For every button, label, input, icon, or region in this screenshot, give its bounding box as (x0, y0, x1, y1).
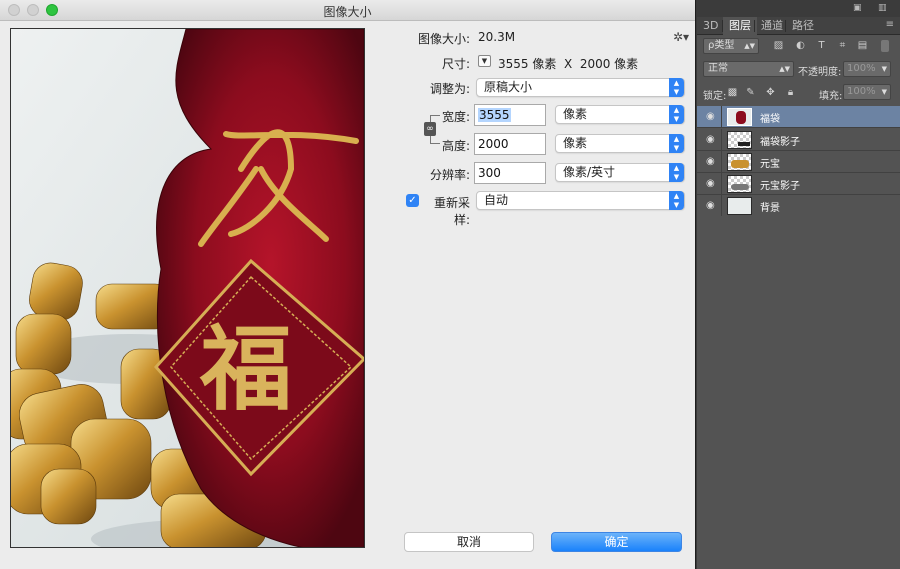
adjustment-filter-icon[interactable]: ◐ (795, 40, 806, 51)
resample-checkbox[interactable]: ✓ (406, 194, 419, 207)
cancel-button[interactable]: 取消 (404, 532, 534, 552)
layer-name: 背景 (760, 203, 780, 214)
layer-thumbnail (727, 153, 752, 171)
height-unit-select[interactable]: 像素 ▲ ▼ (555, 134, 685, 153)
layer-filter-value: ρ类型 (708, 40, 735, 51)
layer-filter-select[interactable]: ρ类型 ▲▼ (703, 38, 759, 54)
opacity-label: 不透明度: (798, 67, 842, 78)
svg-text:福: 福 (199, 315, 292, 423)
opacity-input[interactable]: 100% ▼ (843, 61, 891, 77)
fill-label: 填充: (819, 91, 843, 102)
layers-empty-area (697, 216, 900, 569)
dialog-titlebar: 图像大小 (0, 0, 695, 21)
type-filter-icon[interactable]: T (816, 40, 827, 51)
layer-row-lucky-bag[interactable]: ◉ 福袋 (697, 106, 900, 128)
layer-row-background[interactable]: ◉ 背景 (697, 195, 900, 217)
ok-button[interactable]: 确定 (551, 532, 682, 552)
width-value: 3555 (478, 108, 511, 122)
chevron-updown-icon: ▲ ▼ (669, 134, 684, 153)
fit-to-value: 原稿大小 (484, 80, 533, 94)
blend-mode-value: 正常 (708, 63, 728, 74)
chevron-updown-icon: ▲ ▼ (669, 78, 684, 97)
image-size-label: 图像大小: (417, 32, 470, 46)
lock-brush-icon[interactable]: ✎ (745, 87, 756, 98)
image-preview[interactable]: 福 (10, 28, 365, 548)
dialog-title: 图像大小 (323, 5, 372, 19)
dimensions-label: 尺寸: (441, 57, 470, 71)
fit-to-select[interactable]: 原稿大小 ▲ ▼ (476, 78, 685, 97)
resolution-label: 分辨率: (429, 168, 470, 182)
layer-name: 福袋 (760, 114, 780, 125)
tab-layers[interactable]: 图层 (723, 17, 757, 35)
layer-thumbnail (727, 197, 752, 215)
height-value: 2000 (478, 137, 509, 151)
eye-icon[interactable]: ◉ (706, 156, 719, 167)
resolution-input[interactable]: 300 (474, 162, 546, 184)
fill-value: 100% (847, 86, 876, 97)
layer-name: 元宝 (760, 159, 780, 170)
lock-all-icon[interactable]: 🔒︎ (785, 87, 796, 98)
panel-menu-icon[interactable]: ≡ (886, 19, 894, 30)
layer-row-ingots-shadow[interactable]: ◉ 元宝影子 (697, 173, 900, 195)
blend-mode-select[interactable]: 正常 ▲▼ (703, 61, 794, 77)
layer-row-ingots[interactable]: ◉ 元宝 (697, 151, 900, 173)
shape-filter-icon[interactable]: ⌗ (837, 40, 848, 51)
resample-value: 自动 (484, 193, 509, 207)
smart-object-filter-icon[interactable]: ▤ (857, 40, 868, 51)
chevron-updown-icon: ▲ ▼ (669, 163, 684, 182)
eye-icon[interactable]: ◉ (706, 111, 719, 122)
height-label: 高度: (441, 139, 470, 153)
eye-icon[interactable]: ◉ (706, 178, 719, 189)
eye-icon[interactable]: ◉ (706, 134, 719, 145)
resample-label: 重新采样: (433, 196, 470, 227)
chevron-updown-icon: ▲ ▼ (669, 191, 684, 210)
width-unit-select[interactable]: 像素 ▲ ▼ (555, 105, 685, 124)
lock-label: 锁定: (703, 91, 727, 102)
layer-thumbnail (727, 108, 752, 126)
fill-input[interactable]: 100% ▼ (843, 84, 891, 100)
preview-artwork: 福 (11, 29, 364, 547)
resolution-value: 300 (478, 166, 501, 180)
layer-thumbnail (727, 175, 752, 193)
dimensions-value: 3555 像素 X 2000 像素 (498, 57, 639, 71)
trash-icon[interactable]: ▥ (878, 3, 888, 13)
dimensions-dropdown-icon[interactable]: ▼ (478, 55, 491, 67)
image-size-value: 20.3M (478, 30, 516, 44)
layer-name: 元宝影子 (760, 181, 800, 192)
width-unit-value: 像素 (563, 107, 588, 121)
resolution-unit-value: 像素/英寸 (563, 165, 616, 179)
tab-channels[interactable]: 通道 (755, 17, 789, 35)
layers-panel: ▣ ▥ 3D 图层 通道 路径 ≡ ρ类型 ▲▼ ▨ ◐ T ⌗ ▤ 正常 ▲▼… (697, 0, 900, 569)
fit-to-label: 调整为: (429, 82, 470, 96)
gear-icon[interactable]: ✲▾ (673, 30, 689, 44)
layer-name: 福袋影子 (760, 137, 800, 148)
chevron-updown-icon: ▲ ▼ (669, 105, 684, 124)
width-input[interactable]: 3555 (474, 104, 546, 126)
resample-select[interactable]: 自动 ▲ ▼ (476, 191, 685, 210)
image-size-dialog: 图像大小 福 图像大小: 20.3M ✲▾ 尺寸: ▼ 3555 像素 X 20… (0, 0, 696, 569)
opacity-value: 100% (847, 63, 876, 74)
height-input[interactable]: 2000 (474, 133, 546, 155)
filter-toggle-switch[interactable] (881, 40, 889, 52)
width-label: 宽度: (441, 110, 470, 124)
tab-3d[interactable]: 3D (697, 17, 724, 35)
tab-paths[interactable]: 路径 (786, 17, 820, 35)
panel-topbar: ▣ ▥ (697, 0, 900, 17)
lock-transparent-icon[interactable]: ▩ (727, 87, 738, 98)
layer-thumbnail (727, 131, 752, 149)
layer-row-lucky-bag-shadow[interactable]: ◉ 福袋影子 (697, 129, 900, 151)
eye-icon[interactable]: ◉ (706, 200, 719, 211)
chain-link-icon[interactable]: ∞ (424, 122, 436, 136)
pixel-filter-icon[interactable]: ▨ (773, 40, 784, 51)
resolution-unit-select[interactable]: 像素/英寸 ▲ ▼ (555, 163, 685, 182)
panel-tabs: 3D 图层 通道 路径 ≡ (697, 17, 900, 35)
height-unit-value: 像素 (563, 136, 588, 150)
new-document-icon[interactable]: ▣ (853, 3, 863, 13)
lock-position-icon[interactable]: ✥ (765, 87, 776, 98)
